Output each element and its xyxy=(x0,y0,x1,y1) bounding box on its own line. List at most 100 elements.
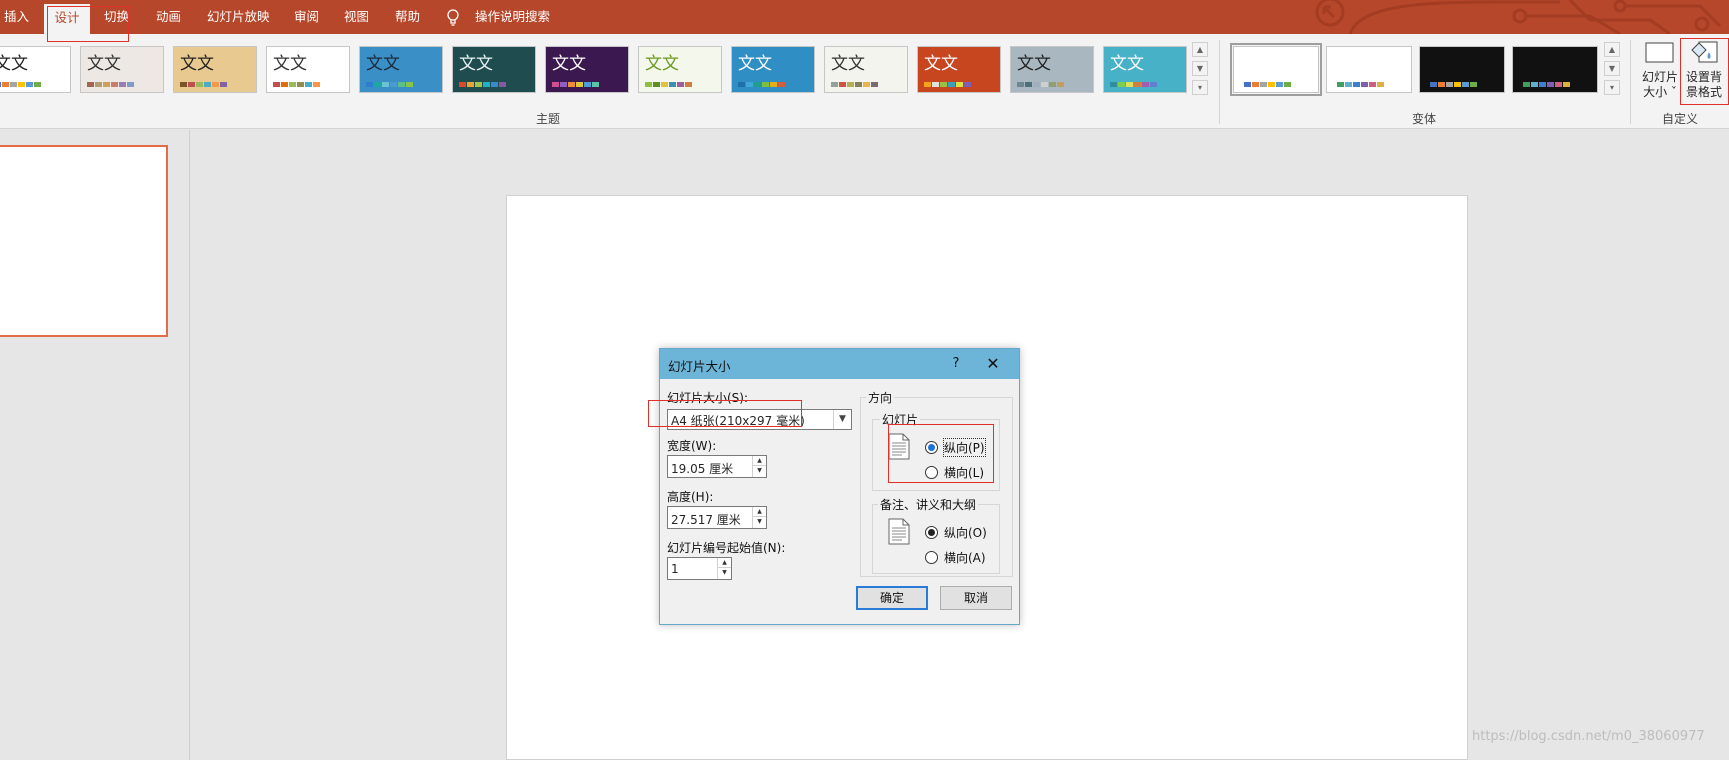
slide-thumbnail[interactable] xyxy=(0,145,168,337)
theme-color-swatches xyxy=(1017,82,1064,87)
theme-thumbnail[interactable]: 文文 xyxy=(452,46,536,93)
variant-more-button[interactable]: ▾ xyxy=(1604,80,1620,95)
gallery-more-button[interactable]: ▾ xyxy=(1192,80,1208,95)
variant-scroll-down-button[interactable]: ▼ xyxy=(1604,61,1620,76)
orientation-label: 方向 xyxy=(866,389,895,406)
ribbon: 文文文文文文文文文文文文文文文文文文文文文文文文文文 ▲ ▼ ▾ 主题 ▲ ▼ … xyxy=(0,34,1729,129)
tab-slideshow[interactable]: 幻灯片放映 xyxy=(207,0,270,34)
theme-thumbnail[interactable]: 文文 xyxy=(638,46,722,93)
theme-sample-text: 文文 xyxy=(273,54,307,74)
slide-size-label-2: 大小 ˇ xyxy=(1643,85,1677,99)
slide-size-dialog: 幻灯片大小 ? ✕ 幻灯片大小(S): A4 纸张(210x297 毫米) ▼ … xyxy=(659,348,1020,625)
theme-color-swatches xyxy=(0,82,41,87)
tell-me-search[interactable]: 操作说明搜索 xyxy=(475,0,550,34)
theme-sample-text: 文文 xyxy=(645,54,679,74)
theme-thumbnail[interactable]: 文文 xyxy=(1103,46,1187,93)
chevron-down-icon[interactable]: ▼ xyxy=(833,410,851,429)
tab-animations[interactable]: 动画 xyxy=(156,0,181,34)
variant-thumbnail[interactable] xyxy=(1419,46,1505,93)
theme-thumbnail[interactable]: 文文 xyxy=(80,46,164,93)
annotation-box xyxy=(648,400,802,427)
close-button[interactable]: ✕ xyxy=(982,354,1004,374)
theme-color-swatches xyxy=(552,82,599,87)
theme-sample-text: 文文 xyxy=(831,54,865,74)
theme-thumbnail[interactable]: 文文 xyxy=(1010,46,1094,93)
tab-view[interactable]: 视图 xyxy=(344,0,369,34)
theme-thumbnail[interactable]: 文文 xyxy=(359,46,443,93)
theme-thumbnail[interactable]: 文文 xyxy=(0,46,71,93)
dialog-titlebar[interactable]: 幻灯片大小 ? ✕ xyxy=(660,349,1019,379)
theme-sample-text: 文文 xyxy=(552,54,586,74)
lightbulb-icon[interactable] xyxy=(446,9,460,27)
start-number-up-button[interactable]: ▲ xyxy=(718,558,731,568)
cancel-button[interactable]: 取消 xyxy=(940,586,1012,610)
notes-portrait-label[interactable]: 纵向(O) xyxy=(944,524,987,541)
gallery-scroll-down-button[interactable]: ▼ xyxy=(1192,61,1208,76)
theme-color-swatches xyxy=(738,82,785,87)
theme-sample-text: 文文 xyxy=(459,54,493,74)
start-number-label: 幻灯片编号起始值(N): xyxy=(667,541,786,555)
start-number-spinner[interactable]: 1 ▲ ▼ xyxy=(667,557,732,580)
annotation-box xyxy=(47,6,129,42)
gallery-scroll-up-button[interactable]: ▲ xyxy=(1192,42,1208,57)
theme-sample-text: 文文 xyxy=(180,54,214,74)
theme-sample-text: 文文 xyxy=(738,54,772,74)
notes-portrait-radio[interactable] xyxy=(925,526,938,539)
ok-button[interactable]: 确定 xyxy=(856,586,928,610)
annotation-box xyxy=(888,424,994,483)
help-button[interactable]: ? xyxy=(946,354,966,374)
height-up-button[interactable]: ▲ xyxy=(753,507,766,517)
slide-size-label-1: 幻灯片 xyxy=(1641,70,1678,84)
variant-thumbnail[interactable] xyxy=(1512,46,1598,93)
circuit-decoration xyxy=(1315,0,1722,34)
theme-sample-text: 文文 xyxy=(1017,54,1051,74)
width-spinner[interactable]: 19.05 厘米 ▲ ▼ xyxy=(667,455,767,478)
theme-color-swatches xyxy=(273,82,320,87)
theme-thumbnail[interactable]: 文文 xyxy=(824,46,908,93)
theme-color-swatches xyxy=(831,82,878,87)
theme-color-swatches xyxy=(1110,82,1157,87)
variant-color-swatches xyxy=(1523,82,1570,87)
notes-landscape-radio[interactable] xyxy=(925,551,938,564)
portrait-document-icon xyxy=(888,518,910,545)
slide-size-icon xyxy=(1645,42,1674,63)
variant-color-swatches xyxy=(1244,82,1291,87)
tab-help[interactable]: 帮助 xyxy=(395,0,420,34)
height-down-button[interactable]: ▼ xyxy=(753,517,766,527)
variant-thumbnail[interactable] xyxy=(1230,43,1322,96)
variant-thumbnail[interactable] xyxy=(1326,46,1412,93)
height-spinner[interactable]: 27.517 厘米 ▲ ▼ xyxy=(667,506,767,529)
group-divider xyxy=(1219,40,1220,124)
ribbon-tab-bar: 插入 设计 切换 动画 幻灯片放映 审阅 视图 帮助 操作说明搜索 xyxy=(0,0,1729,34)
theme-sample-text: 文文 xyxy=(0,54,28,74)
tab-insert[interactable]: 插入 xyxy=(4,0,29,34)
width-label: 宽度(W): xyxy=(667,439,717,453)
height-value[interactable]: 27.517 厘米 xyxy=(671,511,741,528)
width-value[interactable]: 19.05 厘米 xyxy=(671,460,733,477)
variants-group-label: 变体 xyxy=(1412,112,1437,126)
tab-review[interactable]: 审阅 xyxy=(294,0,319,34)
pane-divider[interactable] xyxy=(189,130,190,760)
notes-landscape-label[interactable]: 横向(A) xyxy=(944,549,986,566)
notes-group-label: 备注、讲义和大纲 xyxy=(878,496,979,513)
slide-size-button[interactable]: 幻灯片 大小 ˇ xyxy=(1638,38,1682,106)
variant-color-swatches xyxy=(1337,82,1384,87)
theme-thumbnail[interactable]: 文文 xyxy=(173,46,257,93)
start-number-down-button[interactable]: ▼ xyxy=(718,568,731,578)
theme-thumbnail[interactable]: 文文 xyxy=(545,46,629,93)
theme-thumbnail[interactable]: 文文 xyxy=(731,46,815,93)
width-up-button[interactable]: ▲ xyxy=(753,456,766,466)
dialog-title: 幻灯片大小 xyxy=(668,359,731,374)
theme-color-swatches xyxy=(459,82,506,87)
theme-sample-text: 文文 xyxy=(366,54,400,74)
theme-thumbnail[interactable]: 文文 xyxy=(917,46,1001,93)
customize-group-label: 自定义 xyxy=(1662,112,1699,126)
height-label: 高度(H): xyxy=(667,490,714,504)
width-down-button[interactable]: ▼ xyxy=(753,466,766,476)
annotation-box xyxy=(1680,38,1729,105)
theme-thumbnail[interactable]: 文文 xyxy=(266,46,350,93)
variant-scroll-up-button[interactable]: ▲ xyxy=(1604,42,1620,57)
group-divider xyxy=(1630,40,1631,124)
theme-sample-text: 文文 xyxy=(87,54,121,74)
start-number-value[interactable]: 1 xyxy=(671,562,679,576)
